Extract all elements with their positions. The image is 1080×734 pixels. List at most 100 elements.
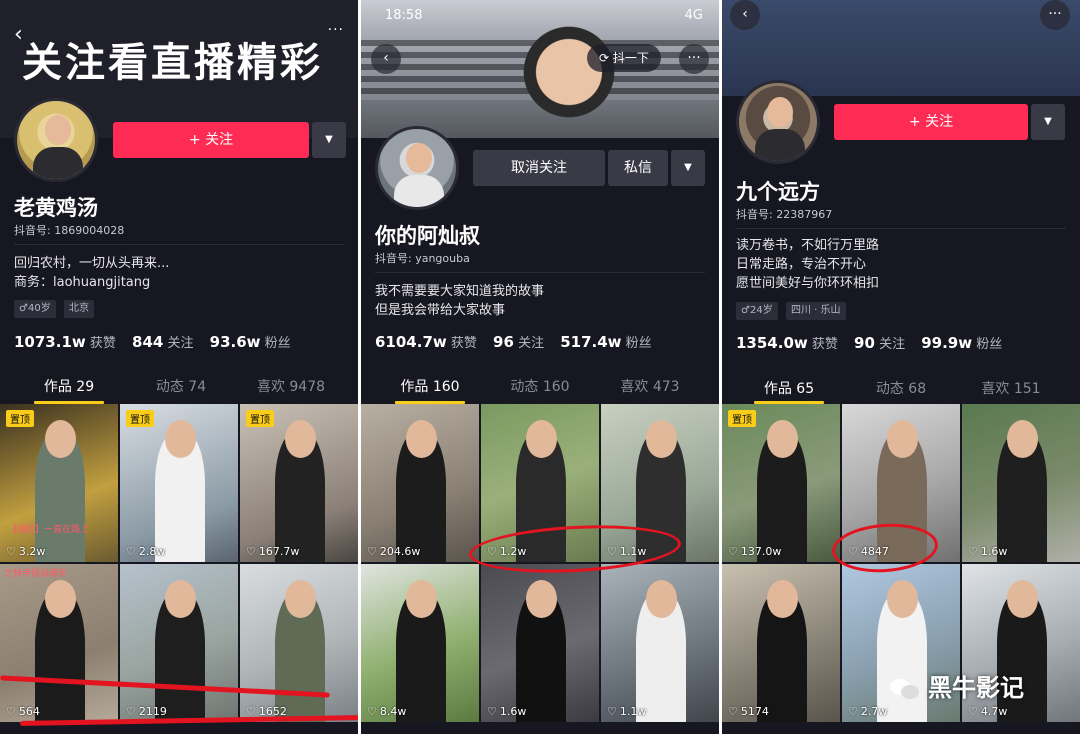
bio-line: 商务：laohuangjitang [14,275,151,290]
fans-stat[interactable]: 99.9w 粉丝 [921,334,1002,352]
heart-outline-icon: ♡ [246,545,256,558]
heart-outline-icon: ♡ [367,705,377,718]
video-thumb[interactable]: ♡ 1.2w [481,404,599,562]
video-thumb[interactable]: 置顶 ♡ 167.7w [240,404,358,562]
video-caption: 【捕捉】一直在路上 [8,525,90,535]
profile-bio: 回归农村，一切从头再来... 商务：laohuangjitang [14,254,169,292]
avatar[interactable] [14,98,98,182]
pinned-badge: 置顶 [246,410,274,427]
heart-outline-icon: ♡ [487,705,497,718]
video-likes: ♡ 4847 [848,545,889,558]
following-stat[interactable]: 90 关注 [854,334,905,352]
video-likes: ♡ 137.0w [728,545,782,558]
watermark: 黑牛影记 [888,668,1024,702]
profile-name: 老黄鸡汤 [14,196,98,220]
video-thumb[interactable]: 之林寺挑战诸年 ♡ 564 [0,564,118,722]
video-likes: ♡ 8.4w [367,705,407,718]
video-thumb[interactable]: ♡ 8.4w [361,564,479,722]
dropdown-button[interactable]: ▼ [1031,104,1065,140]
video-thumb[interactable]: ♡ 4847 [842,404,960,562]
tab-works[interactable]: 作品 65 [734,378,844,398]
triangle-down-icon: ▼ [684,162,692,173]
more-dots-icon[interactable]: ··· [328,22,344,38]
video-thumb[interactable]: ♡ 1.1w [601,564,719,722]
bio-line: 回归农村，一切从头再来... [14,256,170,271]
heart-outline-icon: ♡ [848,545,858,558]
shake-button[interactable]: ⟳ 抖一下 [587,44,661,72]
video-thumb[interactable]: ♡ 5174 [722,564,840,722]
heart-outline-icon: ♡ [126,545,136,558]
video-thumb[interactable]: ♡ 1.6w [962,404,1080,562]
message-button[interactable]: 私信 [608,150,668,186]
more-dots-icon[interactable]: ··· [1040,0,1070,30]
video-thumb[interactable]: 置顶 ♡ 137.0w [722,404,840,562]
tab-activity[interactable]: 动态 68 [846,378,956,398]
likes-stat[interactable]: 1354.0w 获赞 [736,334,838,352]
video-likes: ♡ 1.6w [487,705,527,718]
follow-button[interactable]: + 关注 [834,104,1028,140]
video-thumb[interactable]: ♡ 2119 [120,564,238,722]
fans-stat[interactable]: 93.6w 粉丝 [210,333,291,351]
back-arrow-icon[interactable]: ‹ [730,0,760,30]
tab-works[interactable]: 作品 160 [375,376,485,396]
wechat-icon [888,675,922,703]
tab-likes[interactable]: 喜欢 9478 [236,376,346,396]
heart-outline-icon: ♡ [728,545,738,558]
following-stat[interactable]: 96 关注 [493,333,544,351]
video-thumb[interactable]: 置顶 【捕捉】一直在路上 ♡ 3.2w [0,404,118,562]
pinned-badge: 置顶 [126,410,154,427]
profile-stats: 1073.1w 获赞 844 关注 93.6w 粉丝 [14,332,303,351]
shake-icon: ⟳ [599,51,613,65]
video-thumb[interactable]: ♡ 204.6w [361,404,479,562]
video-likes: ♡ 1.1w [607,545,647,558]
status-time: 18:58 [385,8,423,23]
pinned-badge: 置顶 [728,410,756,427]
avatar[interactable] [736,80,820,164]
tab-activity[interactable]: 动态 74 [126,376,236,396]
dropdown-button[interactable]: ▼ [312,122,346,158]
unfollow-button[interactable]: 取消关注 [473,150,605,186]
divider [736,228,1066,229]
follow-button[interactable]: + 关注 [113,122,309,158]
tab-likes[interactable]: 喜欢 473 [595,376,705,396]
video-thumb[interactable]: ♡ 1652 [240,564,358,722]
dropdown-button[interactable]: ▼ [671,150,705,186]
tab-activity[interactable]: 动态 160 [485,376,595,396]
likes-stat[interactable]: 1073.1w 获赞 [14,333,116,351]
avatar[interactable] [375,126,459,210]
douyin-id: 抖音号: 1869004028 [14,224,125,237]
heart-outline-icon: ♡ [367,545,377,558]
likes-stat[interactable]: 6104.7w 获赞 [375,333,477,351]
profile-name: 你的阿灿叔 [375,224,480,248]
tab-works[interactable]: 作品 29 [14,376,124,396]
video-likes: ♡ 167.7w [246,545,300,558]
header-title: 关注看直播精彩 [22,40,323,86]
heart-outline-icon: ♡ [968,545,978,558]
more-dots-icon[interactable]: ··· [679,44,709,74]
heart-outline-icon: ♡ [607,545,617,558]
video-thumb[interactable]: ♡ 1.6w [481,564,599,722]
heart-outline-icon: ♡ [728,705,738,718]
video-likes: ♡ 564 [6,705,40,718]
following-stat[interactable]: 844 关注 [132,333,193,351]
location-tag: 四川 · 乐山 [786,302,846,320]
video-thumb[interactable]: 置顶 ♡ 2.8w [120,404,238,562]
profile-stats: 1354.0w 获赞 90 关注 99.9w 粉丝 [736,333,1014,352]
bio-line: 但是我会带给大家故事 [375,303,506,318]
bio-line: 读万卷书，不如行万里路 [736,238,880,253]
video-likes: ♡ 2.7w [848,705,888,718]
watermark-text: 黑牛影记 [928,674,1024,702]
signal-indicator: 4G [684,8,703,23]
heart-outline-icon: ♡ [126,705,136,718]
heart-outline-icon: ♡ [6,545,16,558]
profile-panel-jiuge: ‹ ··· + 关注 ▼ 九个远方 抖音号: 22387967 读万卷书，不如行… [722,0,1080,734]
video-thumb[interactable]: ♡ 1.1w [601,404,719,562]
profile-bio: 读万卷书，不如行万里路 日常走路，专治不开心 愿世间美好与你环环相扣 [736,236,879,293]
pinned-badge: 置顶 [6,410,34,427]
back-arrow-icon[interactable]: ‹ [371,44,401,74]
fans-stat[interactable]: 517.4w 粉丝 [560,333,651,351]
bio-line: 我不需要要大家知道我的故事 [375,284,545,299]
triangle-down-icon: ▼ [1044,116,1052,127]
video-likes: ♡ 1.2w [487,545,527,558]
tab-likes[interactable]: 喜欢 151 [956,378,1066,398]
